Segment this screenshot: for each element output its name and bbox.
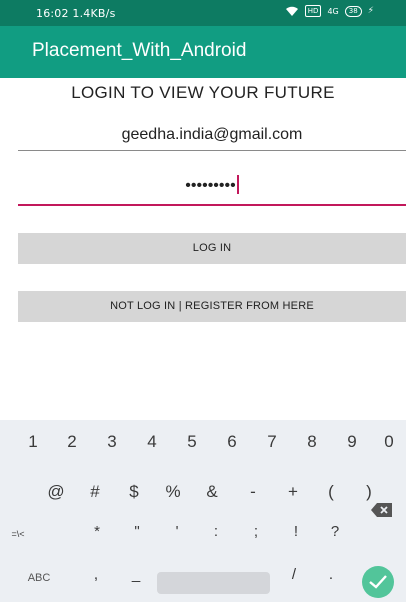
key-0[interactable]: 0	[376, 432, 402, 452]
password-field[interactable]: •••••••••	[18, 168, 406, 206]
key-hash[interactable]: #	[82, 482, 108, 502]
keyboard-row-numbers: 1 2 3 4 5 6 7 8 9 0	[0, 420, 406, 460]
key-minus[interactable]: -	[240, 482, 266, 502]
email-field[interactable]: geedha.india@gmail.com	[18, 118, 406, 151]
key-8[interactable]: 8	[299, 432, 325, 452]
key-2[interactable]: 2	[59, 432, 85, 452]
key-9[interactable]: 9	[339, 432, 365, 452]
keyboard-row-symbols-2: =\< * " ' : ; ! ?	[0, 515, 406, 555]
key-at[interactable]: @	[43, 482, 69, 502]
key-close-paren[interactable]: )	[356, 482, 382, 502]
sim-badge: HD	[304, 5, 322, 17]
key-exclamation[interactable]: !	[285, 523, 307, 540]
key-question[interactable]: ?	[324, 523, 346, 540]
backspace-icon[interactable]	[371, 503, 393, 517]
key-4[interactable]: 4	[139, 432, 165, 452]
soft-keyboard: 1 2 3 4 5 6 7 8 9 0 @ # $ % & - + ( ) =\…	[0, 420, 406, 602]
status-right: HD 4G 38 ⚡	[285, 5, 374, 17]
app-title: Placement_With_Android	[32, 40, 247, 61]
key-abc[interactable]: ABC	[22, 572, 56, 584]
enter-key[interactable]	[362, 566, 394, 598]
key-slash[interactable]: /	[284, 566, 304, 583]
key-semicolon[interactable]: ;	[245, 523, 267, 540]
key-open-paren[interactable]: (	[318, 482, 344, 502]
key-double-quote[interactable]: "	[126, 523, 148, 540]
battery-icon: 38	[344, 5, 362, 17]
space-bar[interactable]	[157, 572, 270, 594]
email-value: geedha.india@gmail.com	[121, 126, 303, 143]
key-underscore[interactable]: _	[126, 566, 146, 583]
key-colon[interactable]: :	[205, 523, 227, 540]
status-time: 16:02	[36, 7, 69, 20]
key-dollar[interactable]: $	[121, 482, 147, 502]
wifi-icon	[285, 5, 299, 17]
app-bar: Placement_With_Android	[0, 26, 406, 78]
signal-icon: 4G	[327, 6, 339, 16]
key-more-symbols[interactable]: =\<	[3, 529, 33, 539]
key-ampersand[interactable]: &	[199, 482, 225, 502]
screen: 16:02 1.4KB/s HD 4G 38 ⚡ Placement_With_…	[0, 0, 406, 602]
register-button[interactable]: NOT LOG IN | REGISTER FROM HERE	[18, 291, 406, 322]
key-5[interactable]: 5	[179, 432, 205, 452]
check-icon	[369, 575, 387, 589]
status-bar: 16:02 1.4KB/s HD 4G 38 ⚡	[0, 0, 406, 26]
key-7[interactable]: 7	[259, 432, 285, 452]
text-cursor	[236, 174, 239, 194]
key-3[interactable]: 3	[99, 432, 125, 452]
key-asterisk[interactable]: *	[86, 523, 108, 540]
key-6[interactable]: 6	[219, 432, 245, 452]
key-percent[interactable]: %	[160, 482, 186, 502]
key-single-quote[interactable]: '	[166, 523, 188, 540]
charging-icon: ⚡	[367, 6, 374, 16]
status-speed: 1.4KB/s	[72, 7, 116, 20]
key-comma[interactable]: ,	[86, 566, 106, 583]
key-plus[interactable]: +	[280, 482, 306, 502]
login-button[interactable]: LOG IN	[18, 233, 406, 264]
password-value: •••••••••	[185, 177, 236, 194]
key-period[interactable]: .	[321, 566, 341, 583]
key-1[interactable]: 1	[20, 432, 46, 452]
login-heading: LOGIN TO VIEW YOUR FUTURE	[71, 83, 335, 102]
status-left: 16:02 1.4KB/s	[36, 7, 116, 20]
keyboard-row-symbols-1: @ # $ % & - + ( )	[0, 472, 406, 512]
